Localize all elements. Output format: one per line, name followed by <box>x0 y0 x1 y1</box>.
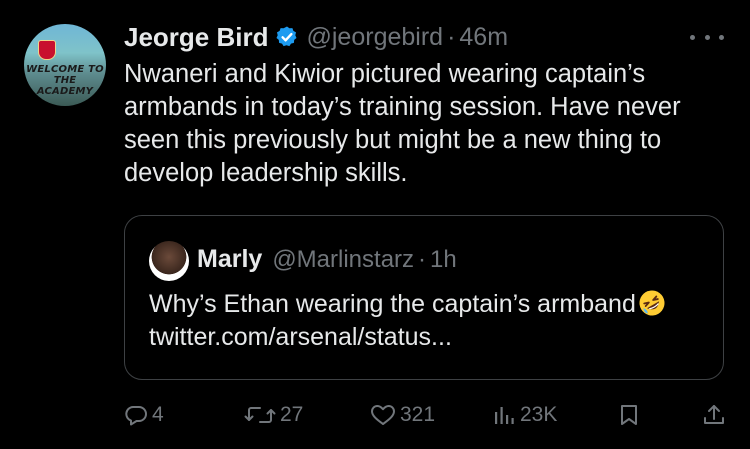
like-icon <box>371 405 395 425</box>
reply-icon <box>125 406 147 426</box>
quoted-tweet-header: Marly @Marlinstarz · 1h <box>197 245 457 274</box>
reply-button[interactable]: 4 <box>124 400 164 430</box>
bookmark-icon <box>621 405 637 425</box>
action-bar: 4 27 321 23K <box>124 400 726 430</box>
quoted-tweet[interactable]: Marly @Marlinstarz · 1h Why’s Ethan wear… <box>124 215 724 380</box>
tweet-header: Jeorge Bird @jeorgebird · 46m <box>124 22 508 52</box>
retweet-button[interactable]: 27 <box>244 400 303 430</box>
more-icon[interactable] <box>690 30 724 44</box>
author-name[interactable]: Jeorge Bird <box>124 22 269 53</box>
quoted-separator-dot: · <box>418 245 427 273</box>
quoted-tweet-text: Why’s Ethan wearing the captain’s armban… <box>149 288 709 354</box>
avatar-sign: WELCOME TO THE ACADEMY <box>24 64 106 97</box>
share-icon <box>704 405 724 424</box>
verified-badge-icon[interactable] <box>275 25 299 49</box>
tweet-timestamp[interactable]: 46m <box>459 23 508 52</box>
reply-count: 4 <box>152 403 164 426</box>
arsenal-crest-icon <box>38 40 56 60</box>
rolling-on-floor-laughing-icon <box>638 289 666 317</box>
like-button[interactable]: 321 <box>370 400 435 430</box>
quoted-text: Why’s Ethan wearing the captain’s armban… <box>149 290 636 318</box>
tweet[interactable]: WELCOME TO THE ACADEMY Jeorge Bird @jeor… <box>0 0 750 449</box>
quoted-author-handle: @Marlinstarz <box>272 245 415 273</box>
author-avatar[interactable]: WELCOME TO THE ACADEMY <box>24 24 106 106</box>
like-count: 321 <box>400 403 436 426</box>
tweet-text: Nwaneri and Kiwior pictured wearing capt… <box>124 60 681 187</box>
quoted-author-avatar[interactable] <box>149 241 189 281</box>
views-button[interactable]: 23K <box>494 400 557 430</box>
avatar-sign-line1: WELCOME TO <box>26 64 104 75</box>
quoted-author-name: Marly <box>197 245 263 273</box>
quoted-timestamp: 1h <box>430 245 457 273</box>
views-icon <box>495 407 514 424</box>
share-button[interactable] <box>702 400 726 430</box>
separator-dot: · <box>447 22 456 51</box>
author-handle[interactable]: @jeorgebird <box>307 23 444 52</box>
views-count: 23K <box>520 403 558 426</box>
retweet-count: 27 <box>280 403 304 426</box>
retweet-icon <box>244 407 276 423</box>
avatar-sign-line2: THE ACADEMY <box>36 75 94 97</box>
bookmark-button[interactable] <box>618 400 640 430</box>
quoted-link[interactable]: twitter.com/arsenal/status... <box>149 323 452 351</box>
